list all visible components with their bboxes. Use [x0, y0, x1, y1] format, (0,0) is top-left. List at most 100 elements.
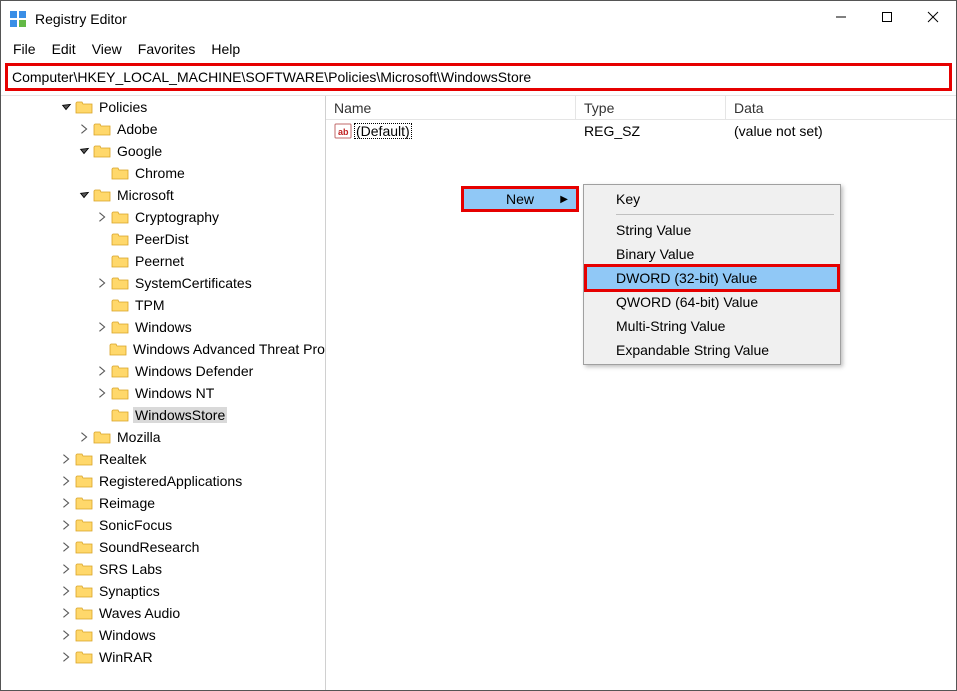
expand-icon[interactable] [77, 430, 91, 444]
tree-item-label: WinRAR [97, 649, 155, 665]
expand-icon[interactable] [59, 452, 73, 466]
expand-icon[interactable] [95, 386, 109, 400]
value-data: (value not set) [726, 123, 956, 139]
tree-item[interactable]: WindowsStore [1, 404, 325, 426]
tree-item[interactable]: Mozilla [1, 426, 325, 448]
folder-icon [75, 473, 93, 489]
tree-item[interactable]: Windows Defender [1, 360, 325, 382]
col-type[interactable]: Type [576, 96, 726, 119]
context-menu-new[interactable]: New ▶ [461, 186, 579, 212]
value-type: REG_SZ [576, 123, 726, 139]
tree-item[interactable]: SRS Labs [1, 558, 325, 580]
tree-item[interactable]: Waves Audio [1, 602, 325, 624]
submenu-binary-value[interactable]: Binary Value [586, 242, 838, 266]
submenu-expand-label: Expandable String Value [616, 342, 769, 358]
tree-item[interactable]: Adobe [1, 118, 325, 140]
tree-item-label: RegisteredApplications [97, 473, 244, 489]
tree-item[interactable]: Windows [1, 624, 325, 646]
tree-item[interactable]: SoundResearch [1, 536, 325, 558]
tree-item-label: Google [115, 143, 164, 159]
expand-icon[interactable] [59, 628, 73, 642]
menu-file[interactable]: File [5, 39, 44, 59]
expand-icon[interactable] [59, 650, 73, 664]
tree-pane[interactable]: Policies Adobe Google ChromeMicrosoft Crypto… [1, 96, 326, 690]
chevron-right-icon: ▶ [560, 194, 568, 205]
tree-item[interactable]: Realtek [1, 448, 325, 470]
submenu-multistring-value[interactable]: Multi-String Value [586, 314, 838, 338]
tree-item-label: Windows NT [133, 385, 216, 401]
expand-icon[interactable] [59, 474, 73, 488]
tree-item[interactable]: TPM [1, 294, 325, 316]
tree-item-label: Windows Defender [133, 363, 255, 379]
maximize-button[interactable] [864, 1, 910, 33]
tree-item[interactable]: WinRAR [1, 646, 325, 668]
tree-item-label: Peernet [133, 253, 186, 269]
tree-item[interactable]: Microsoft [1, 184, 325, 206]
tree-item[interactable]: Google [1, 140, 325, 162]
tree-item[interactable]: Windows Advanced Threat Protection [1, 338, 325, 360]
tree-item-label: Windows [133, 319, 194, 335]
menu-view[interactable]: View [84, 39, 130, 59]
folder-icon [75, 539, 93, 555]
collapse-icon[interactable] [77, 144, 91, 158]
expand-icon[interactable] [77, 122, 91, 136]
regedit-icon [9, 10, 27, 28]
submenu-key[interactable]: Key [586, 187, 838, 211]
submenu-string-value[interactable]: String Value [586, 218, 838, 242]
folder-icon [111, 231, 129, 247]
tree-item[interactable]: Windows [1, 316, 325, 338]
col-data[interactable]: Data [726, 96, 956, 119]
expand-icon[interactable] [59, 518, 73, 532]
collapse-icon[interactable] [77, 188, 91, 202]
expand-icon[interactable] [95, 210, 109, 224]
menu-edit[interactable]: Edit [44, 39, 84, 59]
submenu-qword-value[interactable]: QWORD (64-bit) Value [586, 290, 838, 314]
value-row[interactable]: (Default)REG_SZ(value not set) [326, 120, 956, 142]
expand-icon[interactable] [59, 584, 73, 598]
menu-help[interactable]: Help [203, 39, 248, 59]
tree-item[interactable]: PeerDist [1, 228, 325, 250]
tree-item-label: SystemCertificates [133, 275, 254, 291]
close-button[interactable] [910, 1, 956, 33]
tree-item[interactable]: Policies [1, 96, 325, 118]
folder-icon [93, 143, 111, 159]
tree-item[interactable]: Reimage [1, 492, 325, 514]
tree-item-label: PeerDist [133, 231, 191, 247]
expand-icon[interactable] [95, 364, 109, 378]
tree-item-label: Cryptography [133, 209, 221, 225]
tree-item[interactable]: Chrome [1, 162, 325, 184]
string-value-icon [334, 122, 352, 140]
folder-icon [75, 561, 93, 577]
menu-favorites[interactable]: Favorites [130, 39, 204, 59]
expand-icon[interactable] [59, 496, 73, 510]
folder-icon [93, 429, 111, 445]
col-name[interactable]: Name [326, 96, 576, 119]
folder-icon [75, 627, 93, 643]
tree-item[interactable]: Windows NT [1, 382, 325, 404]
folder-icon [111, 297, 129, 313]
tree-item[interactable]: Peernet [1, 250, 325, 272]
folder-icon [111, 209, 129, 225]
folder-icon [111, 275, 129, 291]
tree-item[interactable]: SystemCertificates [1, 272, 325, 294]
expand-icon[interactable] [95, 276, 109, 290]
expand-icon[interactable] [59, 606, 73, 620]
folder-icon [111, 253, 129, 269]
tree-item[interactable]: SonicFocus [1, 514, 325, 536]
tree-item[interactable]: Synaptics [1, 580, 325, 602]
collapse-icon[interactable] [59, 100, 73, 114]
tree-item[interactable]: RegisteredApplications [1, 470, 325, 492]
tree-item-label: SoundResearch [97, 539, 201, 555]
expand-icon[interactable] [95, 320, 109, 334]
address-input[interactable] [12, 67, 945, 87]
expand-icon[interactable] [59, 562, 73, 576]
tree-item[interactable]: Cryptography [1, 206, 325, 228]
submenu-expandstring-value[interactable]: Expandable String Value [586, 338, 838, 362]
folder-icon [75, 649, 93, 665]
submenu-dword-value[interactable]: DWORD (32-bit) Value [586, 266, 838, 290]
expand-icon[interactable] [59, 540, 73, 554]
window-controls [818, 1, 956, 37]
menubar: File Edit View Favorites Help [1, 37, 956, 61]
tree-item-label: Policies [97, 99, 149, 115]
minimize-button[interactable] [818, 1, 864, 33]
